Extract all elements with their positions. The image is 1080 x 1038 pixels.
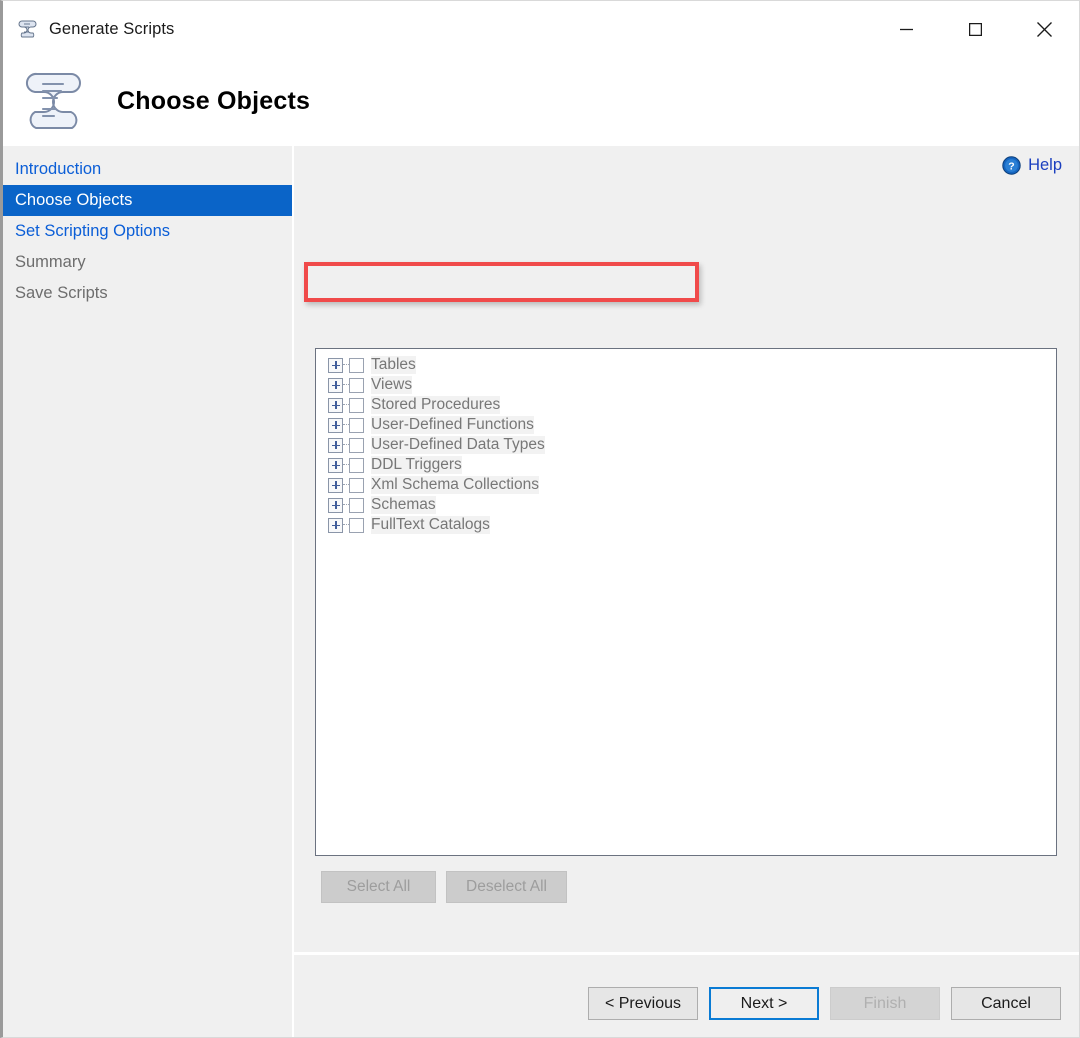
- expand-plus-icon[interactable]: [328, 438, 343, 453]
- svg-text:?: ?: [1008, 161, 1014, 173]
- title-bar: Generate Scripts: [3, 1, 1079, 57]
- page-title: Choose Objects: [117, 87, 310, 116]
- expand-plus-icon[interactable]: [328, 498, 343, 513]
- tree-item-user-defined-data-types: User-Defined Data Types: [316, 435, 1056, 455]
- wizard-sidebar: Introduction Choose Objects Set Scriptin…: [3, 146, 292, 1038]
- expand-plus-icon[interactable]: [328, 458, 343, 473]
- generate-scripts-window: Generate Scripts: [0, 0, 1080, 1038]
- expand-plus-icon[interactable]: [328, 418, 343, 433]
- next-button[interactable]: Next >: [709, 987, 819, 1020]
- script-scroll-large-icon: [19, 61, 91, 143]
- tree-item-user-defined-functions: User-Defined Functions: [316, 415, 1056, 435]
- tree-item-xml-schema-collections: Xml Schema Collections: [316, 475, 1056, 495]
- tree-checkbox[interactable]: [349, 438, 364, 453]
- tree-item-label: Xml Schema Collections: [371, 476, 539, 494]
- cancel-button[interactable]: Cancel: [951, 987, 1061, 1020]
- tree-item-ddl-triggers: DDL Triggers: [316, 455, 1056, 475]
- tree-checkbox[interactable]: [349, 418, 364, 433]
- sidebar-item-save-scripts: Save Scripts: [3, 278, 292, 309]
- help-link[interactable]: ? Help: [1002, 156, 1062, 175]
- tree-item-label: DDL Triggers: [371, 456, 462, 474]
- tree-item-label: FullText Catalogs: [371, 516, 490, 534]
- tree-checkbox[interactable]: [349, 398, 364, 413]
- title-bar-left: Generate Scripts: [3, 18, 872, 40]
- deselect-all-button: Deselect All: [446, 871, 567, 903]
- sidebar-item-set-scripting-options[interactable]: Set Scripting Options: [3, 216, 292, 247]
- tree-item-label: Views: [371, 376, 412, 394]
- tree-item-tables: Tables: [316, 355, 1056, 375]
- tree-item-views: Views: [316, 375, 1056, 395]
- page-header: Choose Objects: [3, 57, 1079, 146]
- help-label: Help: [1028, 156, 1062, 175]
- finish-button: Finish: [830, 987, 940, 1020]
- close-icon[interactable]: [1010, 1, 1079, 57]
- tree-checkbox[interactable]: [349, 458, 364, 473]
- tree-item-fulltext-catalogs: FullText Catalogs: [316, 515, 1056, 535]
- minimize-icon[interactable]: [872, 1, 941, 57]
- tree-item-label: Schemas: [371, 496, 436, 514]
- tree-checkbox[interactable]: [349, 518, 364, 533]
- sidebar-item-summary: Summary: [3, 247, 292, 278]
- tree-item-label: Stored Procedures: [371, 396, 500, 414]
- expand-plus-icon[interactable]: [328, 358, 343, 373]
- sidebar-item-choose-objects[interactable]: Choose Objects: [3, 185, 292, 216]
- help-question-icon: ?: [1002, 156, 1021, 175]
- tree-item-label: Tables: [371, 356, 416, 374]
- previous-button[interactable]: < Previous: [588, 987, 698, 1020]
- select-all-button: Select All: [321, 871, 436, 903]
- wizard-footer: < Previous Next > Finish Cancel: [294, 953, 1080, 1038]
- window-title: Generate Scripts: [49, 20, 174, 39]
- expand-plus-icon[interactable]: [328, 398, 343, 413]
- tree-checkbox[interactable]: [349, 378, 364, 393]
- tree-item-label: User-Defined Functions: [371, 416, 534, 434]
- expand-plus-icon[interactable]: [328, 518, 343, 533]
- expand-plus-icon[interactable]: [328, 378, 343, 393]
- content-panel: ? Help Select the database objects to sc…: [294, 146, 1080, 952]
- object-tree-panel[interactable]: Tables Views Stored Procedures User-Defi…: [315, 348, 1057, 856]
- tree-checkbox[interactable]: [349, 498, 364, 513]
- sidebar-item-introduction[interactable]: Introduction: [3, 154, 292, 185]
- tree-item-label: User-Defined Data Types: [371, 436, 545, 454]
- maximize-icon[interactable]: [941, 1, 1010, 57]
- tree-item-schemas: Schemas: [316, 495, 1056, 515]
- expand-plus-icon[interactable]: [328, 478, 343, 493]
- script-scroll-icon: [17, 18, 39, 40]
- tree-checkbox[interactable]: [349, 478, 364, 493]
- tree-item-stored-procedures: Stored Procedures: [316, 395, 1056, 415]
- window-controls: [872, 1, 1079, 57]
- tree-checkbox[interactable]: [349, 358, 364, 373]
